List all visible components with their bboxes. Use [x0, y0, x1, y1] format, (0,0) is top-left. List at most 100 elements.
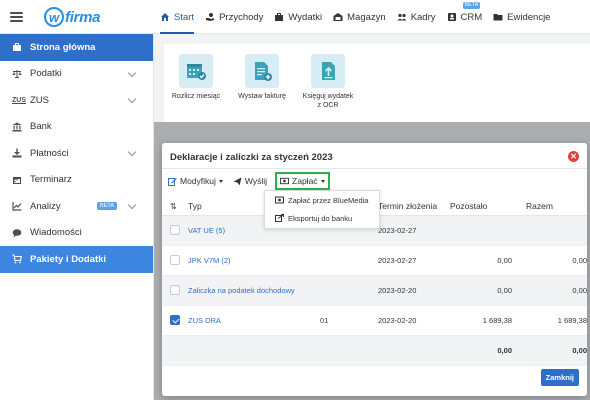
- scales-icon: [12, 69, 22, 79]
- row-total: 0,00: [572, 256, 587, 265]
- modify-button[interactable]: Modyfikuj: [166, 173, 225, 189]
- sidebar-item-wiadomosci[interactable]: Wiadomości: [0, 220, 153, 247]
- sidebar-item-strona-glowna[interactable]: Strona główna: [0, 34, 153, 61]
- nav-item-label: Magazyn: [347, 11, 386, 23]
- row-checkbox-checked[interactable]: [170, 314, 180, 325]
- invoice-add-icon: [245, 54, 279, 88]
- close-icon[interactable]: ✕: [568, 151, 579, 162]
- divider: [162, 168, 587, 169]
- menu-item-pay-bluemedia[interactable]: Zapłać przez BlueMedia: [265, 191, 379, 209]
- beta-badge: BETA: [462, 2, 481, 9]
- row-type-link[interactable]: JPK V7M (2): [188, 256, 320, 265]
- summary-row: 0,00 0,00: [162, 336, 587, 366]
- nav-item-przychody[interactable]: Przychody: [205, 0, 263, 34]
- chart-icon: [12, 201, 22, 211]
- row-deadline: 2023-02-27: [378, 256, 417, 265]
- edit-icon: [168, 177, 177, 186]
- row-total: 0,00: [572, 286, 587, 295]
- sidebar-item-bank[interactable]: Bank: [0, 114, 153, 141]
- export-icon: [275, 214, 284, 222]
- sidebar-item-podatki[interactable]: Podatki: [0, 61, 153, 88]
- sidebar-item-zus[interactable]: ZUS ZUS: [0, 87, 153, 114]
- quick-action-ocr[interactable]: Księguj wydatek z OCR: [298, 54, 358, 110]
- nav-item-label: Przychody: [219, 11, 264, 23]
- row-checkbox[interactable]: [170, 254, 180, 265]
- menu-item-label: Zapłać przez BlueMedia: [288, 195, 369, 205]
- nav-item-start[interactable]: Start: [160, 0, 195, 34]
- caret-down-icon: [218, 179, 223, 183]
- nav-item-label: Ewidencje: [507, 11, 551, 23]
- sort-icon[interactable]: ⇅: [162, 201, 188, 211]
- row-deadline: 2023-02-27: [378, 226, 417, 235]
- modal-title: Deklaracje i zaliczki za styczeń 2023: [170, 152, 333, 163]
- sidebar-item-label: Płatności: [30, 147, 69, 159]
- main-nav: Start Przychody Wydatki Magazyn Kadry CR…: [160, 0, 561, 34]
- nav-item-label: CRM: [460, 11, 483, 23]
- row-checkbox[interactable]: [170, 224, 180, 235]
- header-deadline[interactable]: Termin złożenia: [378, 201, 450, 211]
- bank-icon: [12, 122, 22, 132]
- sidebar-item-platnosci[interactable]: Płatności: [0, 140, 153, 167]
- header-total[interactable]: Razem: [512, 201, 587, 211]
- cash-icon: [280, 177, 290, 186]
- chevron-down-icon: [127, 200, 137, 210]
- row-checkbox[interactable]: [170, 284, 180, 295]
- nav-item-kadry[interactable]: Kadry: [397, 0, 436, 34]
- contact-card-icon: [447, 12, 457, 22]
- quick-action-faktura[interactable]: Wystaw fakturę: [232, 54, 292, 101]
- pay-button[interactable]: Zapłać: [275, 172, 330, 190]
- warehouse-icon: [333, 12, 343, 22]
- pay-dropdown-menu: Zapłać przez BlueMedia Eksportuj do bank…: [264, 190, 380, 229]
- sidebar-item-label: Podatki: [30, 68, 62, 80]
- folder-icon: [493, 12, 503, 22]
- logo-text: firma: [65, 8, 101, 26]
- quick-action-label-line2: z OCR: [317, 102, 339, 109]
- chevron-down-icon: [127, 147, 137, 157]
- pay-label: Zapłać: [292, 176, 318, 186]
- cash-icon: [275, 196, 284, 204]
- table-row[interactable]: JPK V7M (2) 2023-02-27 0,00 0,00: [162, 246, 587, 276]
- sidebar-item-terminarz[interactable]: Terminarz: [0, 167, 153, 194]
- sidebar-item-analizy[interactable]: Analizy BETA: [0, 193, 153, 220]
- sidebar-item-label: Terminarz: [30, 174, 72, 186]
- table-row[interactable]: Zaliczka na podatek dochodowy 2023-02-20…: [162, 276, 587, 306]
- sidebar-item-label: Pakiety i Dodatki: [30, 253, 107, 265]
- caret-down-icon: [320, 179, 325, 183]
- menu-item-export-bank[interactable]: Eksportuj do banku: [265, 209, 379, 227]
- briefcase-icon: [274, 12, 284, 22]
- sidebar-item-pakiety[interactable]: Pakiety i Dodatki: [0, 246, 153, 273]
- table-row[interactable]: ZUS DRA 01 2023-02-20 1 689,38 1 689,38: [162, 306, 587, 336]
- users-icon: [397, 12, 407, 22]
- close-button[interactable]: Zamknij: [540, 369, 579, 386]
- row-type-link[interactable]: ZUS DRA: [188, 316, 320, 325]
- top-bar: w firma Start Przychody Wydatki Magazyn: [0, 0, 590, 34]
- menu-item-label: Eksportuj do banku: [288, 213, 353, 223]
- logo-mark-icon: w: [44, 7, 64, 27]
- nav-item-ewidencje[interactable]: Ewidencje: [493, 0, 550, 34]
- hamburger-menu-icon[interactable]: [10, 12, 23, 22]
- row-left: 0,00: [497, 286, 512, 295]
- quick-action-rozlicz[interactable]: Rozlicz miesiąc: [166, 54, 226, 101]
- modal-toolbar: Modyfikuj Wyślij Zapłać: [166, 172, 336, 190]
- row-type-link[interactable]: Zaliczka na podatek dochodowy: [188, 286, 320, 295]
- send-icon: [233, 177, 242, 186]
- cart-icon: [12, 254, 22, 264]
- calendar-icon: [12, 175, 22, 185]
- sidebar-item-label: Analizy: [30, 200, 61, 212]
- row-total: 1 689,38: [557, 316, 587, 325]
- quick-action-label: Wystaw fakturę: [238, 93, 286, 100]
- logo[interactable]: w firma: [44, 6, 100, 28]
- upload-doc-icon: [311, 54, 345, 88]
- row-deadline: 2023-02-20: [378, 286, 417, 295]
- chevron-down-icon: [127, 68, 137, 77]
- send-button[interactable]: Wyślij: [231, 173, 269, 189]
- header-left[interactable]: Pozostało: [450, 201, 512, 211]
- nav-item-wydatki[interactable]: Wydatki: [274, 0, 322, 34]
- calendar-check-icon: [179, 54, 213, 88]
- hand-coins-icon: [205, 12, 215, 22]
- nav-item-crm[interactable]: CRM BETA: [447, 0, 483, 34]
- nav-item-label: Wydatki: [288, 11, 323, 23]
- send-label: Wyślij: [244, 176, 268, 186]
- chevron-down-icon: [127, 94, 137, 104]
- nav-item-magazyn[interactable]: Magazyn: [333, 0, 386, 34]
